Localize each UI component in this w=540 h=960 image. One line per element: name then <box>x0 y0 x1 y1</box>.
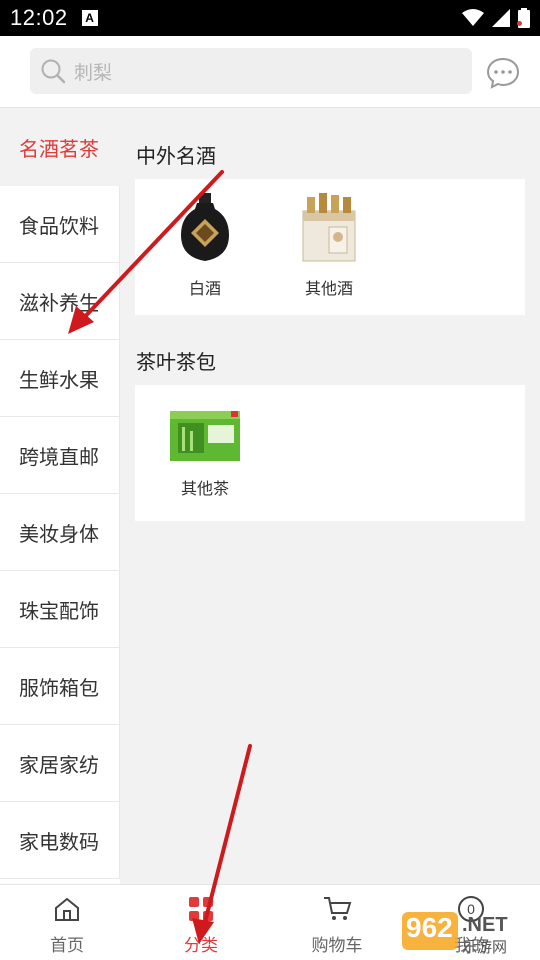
category-content: 中外名酒 白酒 其他酒 茶叶茶包 其他茶 <box>120 109 540 884</box>
wine-gift-box-image <box>302 193 356 262</box>
product-item-other-tea[interactable]: 其他茶 <box>145 407 265 499</box>
sidebar-item-health[interactable]: 滋补养生 <box>0 263 120 340</box>
watermark-sub: 乐游网 <box>462 939 508 956</box>
chat-bubble-icon[interactable] <box>486 56 520 90</box>
baijiu-bottle-image <box>181 193 229 261</box>
wifi-icon <box>462 9 484 26</box>
search-placeholder: 刺梨 <box>74 61 113 84</box>
sidebar-item-beauty[interactable]: 美妆身体 <box>0 494 120 571</box>
section-title-tea: 茶叶茶包 <box>136 350 216 374</box>
signal-icon <box>492 9 510 27</box>
category-sidebar: 名酒茗茶 食品饮料 滋补养生 生鲜水果 跨境直邮 美妆身体 珠宝配饰 服饰箱包 … <box>0 109 120 884</box>
cart-icon <box>324 897 352 920</box>
search-icon <box>41 59 66 84</box>
sidebar-item-fresh[interactable]: 生鲜水果 <box>0 340 120 417</box>
app-screen: 12:02 A 刺梨 名酒茗茶 食品饮料 滋补养生 生鲜水果 跨境直邮 美妆身体… <box>0 0 540 960</box>
green-tea-box-image <box>170 411 240 461</box>
product-item-other-wine[interactable]: 其他酒 <box>269 191 389 299</box>
product-label: 白酒 <box>188 279 221 298</box>
status-bar: 12:02 A <box>0 0 540 36</box>
category-grid-icon <box>189 897 213 921</box>
search-input[interactable]: 刺梨 <box>30 48 472 94</box>
nav-label: 购物车 <box>311 936 363 956</box>
home-icon <box>55 897 79 921</box>
watermark-suffix: .NET <box>462 914 508 936</box>
product-label: 其他茶 <box>180 479 229 498</box>
watermark-number: 962 <box>406 912 453 943</box>
section-title-wine: 中外名酒 <box>136 144 216 168</box>
sidebar-item-home[interactable]: 家居家纺 <box>0 725 120 802</box>
notification-a-icon: A <box>81 10 98 26</box>
product-item-baijiu[interactable]: 白酒 <box>145 191 265 299</box>
nav-home[interactable]: 首页 <box>12 895 122 956</box>
nav-label: 分类 <box>184 936 218 956</box>
sidebar-item-jewelry[interactable]: 珠宝配饰 <box>0 571 120 648</box>
product-label: 其他酒 <box>304 279 353 298</box>
product-card-wine: 白酒 其他酒 <box>135 179 525 315</box>
sidebar-item-food[interactable]: 食品饮料 <box>0 186 120 263</box>
sidebar-item-apparel[interactable]: 服饰箱包 <box>0 648 120 725</box>
sidebar-item-electronics[interactable]: 家电数码 <box>0 802 120 879</box>
product-card-tea: 其他茶 <box>135 385 525 521</box>
clock: 12:02 <box>10 5 68 30</box>
header: 刺梨 <box>0 21 540 108</box>
nav-category[interactable]: 分类 <box>146 895 256 956</box>
site-watermark: 962 .NET 乐游网 <box>400 908 540 958</box>
sidebar-item-crossborder[interactable]: 跨境直邮 <box>0 417 120 494</box>
sidebar-item-mingjiu[interactable]: 名酒茗茶 <box>0 109 120 186</box>
nav-cart[interactable]: 购物车 <box>282 895 392 956</box>
nav-label: 首页 <box>50 936 84 956</box>
unread-dot <box>517 21 522 26</box>
